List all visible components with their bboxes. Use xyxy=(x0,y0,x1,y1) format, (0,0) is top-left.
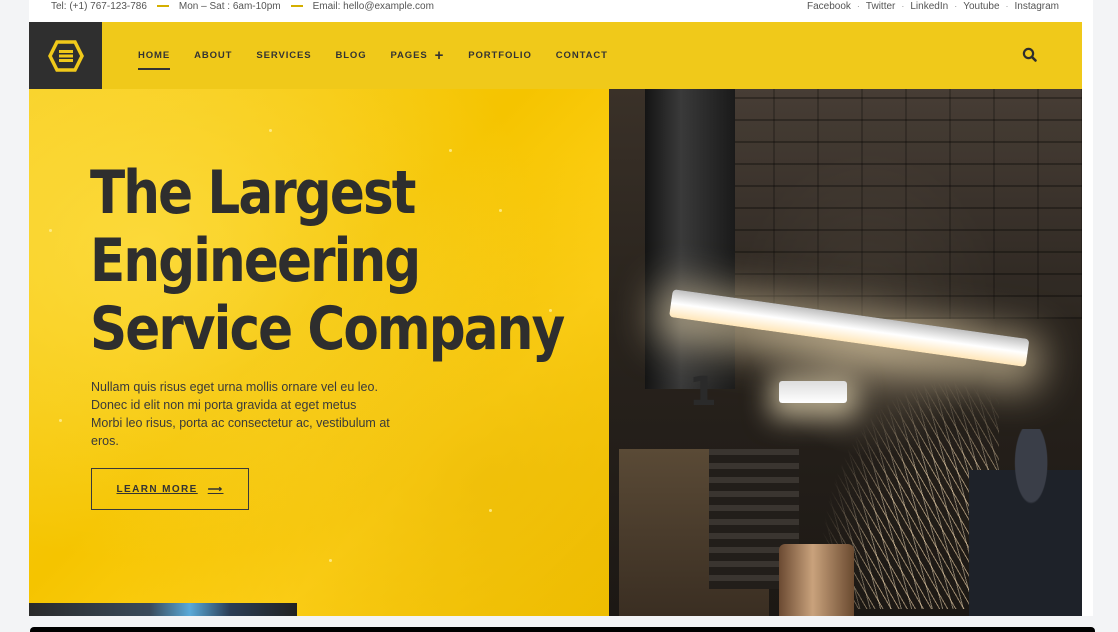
exhaust-pipe xyxy=(645,89,735,389)
spark-decoration xyxy=(269,129,272,132)
hours-text: Mon – Sat : 6am-10pm xyxy=(178,0,281,12)
nav-label: ABOUT xyxy=(194,50,233,61)
spark-decoration xyxy=(329,559,332,562)
nav-item-home[interactable]: HOME xyxy=(138,50,171,70)
spark-decoration xyxy=(49,229,52,232)
nav-item-contact[interactable]: CONTACT xyxy=(556,50,608,61)
brick-wall xyxy=(729,89,1082,319)
browser-page: Tel: (+1) 767-123-786 Mon – Sat : 6am-10… xyxy=(29,0,1093,616)
separator-dash xyxy=(290,5,303,7)
welder-figure xyxy=(969,429,1082,616)
learn-more-button[interactable]: LEARN MORE ⟶ xyxy=(91,468,249,510)
separator-dot: · xyxy=(901,1,905,11)
hexagon-e-logo-icon xyxy=(47,39,84,72)
social-links: Facebook · Twitter · LinkedIn · Youtube … xyxy=(807,0,1059,12)
hero-title-line: Engineering xyxy=(90,226,421,296)
machine-number: 1 xyxy=(689,369,717,415)
social-link-youtube[interactable]: Youtube xyxy=(963,1,999,12)
hero-title-line: The Largest xyxy=(90,158,416,228)
nav-item-services[interactable]: SERVICES xyxy=(256,50,311,61)
arrow-right-icon: ⟶ xyxy=(207,483,224,495)
separator-dot: · xyxy=(856,1,860,11)
plus-icon: + xyxy=(434,46,445,64)
social-link-facebook[interactable]: Facebook xyxy=(807,1,851,12)
nav-label: HOME xyxy=(138,50,171,61)
nav-item-about[interactable]: ABOUT xyxy=(194,50,232,61)
separator-dot: · xyxy=(954,1,958,11)
nav-label: CONTACT xyxy=(555,50,608,61)
barrel xyxy=(779,544,854,616)
primary-nav: HOME ABOUT SERVICES BLOG PAGES + PORTFOLI… xyxy=(138,22,608,89)
top-info-bar: Tel: (+1) 767-123-786 Mon – Sat : 6am-10… xyxy=(29,0,1093,22)
nav-item-portfolio[interactable]: PORTFOLIO xyxy=(468,50,532,61)
separator-dash xyxy=(156,5,169,7)
main-header: HOME ABOUT SERVICES BLOG PAGES + PORTFOLI… xyxy=(29,22,1082,89)
email-text: Email: hello@example.com xyxy=(312,0,434,12)
nav-item-pages[interactable]: PAGES + xyxy=(390,46,445,64)
hero-title: The Largest Engineering Service Company xyxy=(90,158,565,364)
site-logo[interactable] xyxy=(29,22,102,89)
hero-image-welder: 1 xyxy=(609,89,1082,616)
social-link-linkedin[interactable]: LinkedIn xyxy=(910,1,948,12)
nav-item-blog[interactable]: BLOG xyxy=(335,50,366,61)
bottom-dark-strip xyxy=(30,627,1095,632)
search-icon xyxy=(1022,47,1037,62)
contact-info: Tel: (+1) 767-123-786 Mon – Sat : 6am-10… xyxy=(51,0,434,12)
spark-decoration xyxy=(59,419,62,422)
nav-label: BLOG xyxy=(335,50,367,61)
social-link-instagram[interactable]: Instagram xyxy=(1015,1,1059,12)
nav-label: PAGES xyxy=(390,50,428,61)
nav-label: SERVICES xyxy=(256,50,312,61)
hero-description: Nullam quis risus eget urna mollis ornar… xyxy=(91,380,390,448)
spark-decoration xyxy=(449,149,452,152)
phone-text: Tel: (+1) 767-123-786 xyxy=(51,0,147,12)
social-link-twitter[interactable]: Twitter xyxy=(866,1,895,12)
nav-label: PORTFOLIO xyxy=(468,50,532,61)
hero-title-line: Service Company xyxy=(90,294,565,364)
button-label: LEARN MORE xyxy=(116,483,198,495)
hero-content: The Largest Engineering Service Company … xyxy=(29,89,609,616)
search-button[interactable] xyxy=(1021,46,1039,64)
separator-dot: · xyxy=(1005,1,1009,11)
next-section-image-peek xyxy=(29,603,297,616)
spark-decoration xyxy=(489,509,492,512)
